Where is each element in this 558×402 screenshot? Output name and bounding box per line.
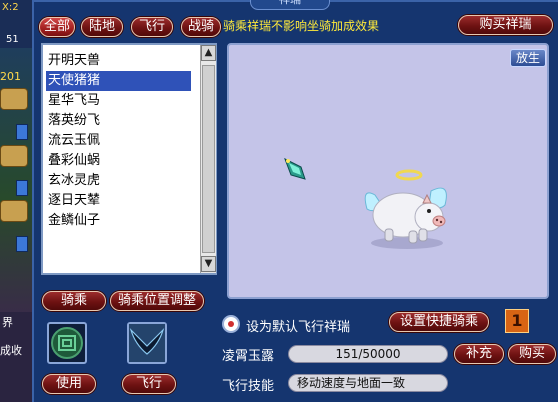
window-title: 祥瑞 [250, 0, 330, 10]
use-button[interactable]: 使用 [42, 374, 96, 394]
game-background-strip: X:2 51 201 界 成收 [0, 0, 34, 402]
dew-value-field: 151/50000 [288, 345, 448, 363]
flying-skill-label: 飞行技能 [222, 379, 275, 394]
strip-tile[interactable] [0, 88, 28, 110]
notice-text: 骑乘祥瑞不影响坐骑加成效果 [223, 19, 380, 33]
default-fly-label: 设为默认飞行祥瑞 [246, 320, 351, 335]
flying-skill-value: 移动速度与地面一致 [288, 374, 448, 392]
list-item[interactable]: 流云玉佩 [46, 131, 191, 151]
mount-list[interactable]: 开明天兽 天使猪猪 星华飞马 落英纷飞 流云玉佩 叠彩仙蜗 玄冰灵虎 逐日天辇 … [41, 43, 217, 275]
fly-button[interactable]: 飞行 [122, 374, 176, 394]
shortcut-number-badge[interactable]: 1 [505, 309, 529, 333]
dew-label: 凌霄玉露 [222, 349, 275, 364]
refill-button[interactable]: 补充 [454, 344, 504, 364]
mount-preview: 放生 [227, 43, 549, 299]
scroll-up-icon[interactable]: ▲ [201, 45, 216, 61]
list-item[interactable]: 金鳞仙子 [46, 211, 191, 231]
ride-button[interactable]: 骑乘 [42, 291, 106, 311]
tab-flying[interactable]: 飞行 [131, 17, 173, 37]
strip-tile[interactable] [0, 145, 28, 167]
strip-tab[interactable] [16, 236, 28, 252]
coordinate-panel: X:2 51 [0, 0, 34, 48]
tab-war-mount[interactable]: 战骑 [181, 17, 221, 37]
buy-dew-button[interactable]: 购买 [508, 344, 556, 364]
strip-tab[interactable] [16, 124, 28, 140]
coord-text: X:2 [2, 2, 19, 13]
default-fly-radio[interactable] [222, 315, 240, 333]
coord-text-2: 51 [6, 34, 19, 45]
release-button[interactable]: 放生 [510, 49, 546, 67]
strip-bottom-panel: 界 成收 [0, 312, 34, 402]
list-item-selected[interactable]: 天使猪猪 [46, 71, 191, 91]
list-item[interactable]: 叠彩仙蜗 [46, 151, 191, 171]
set-shortcut-ride-button[interactable]: 设置快捷骑乘 [389, 312, 489, 332]
tab-all[interactable]: 全部 [39, 17, 75, 37]
list-item[interactable]: 星华飞马 [46, 91, 191, 111]
strip-label: 界 [2, 316, 13, 329]
jade-token-icon[interactable] [47, 322, 87, 364]
scroll-thumb[interactable] [202, 65, 215, 253]
angel-pig-icon [364, 169, 447, 249]
wings-icon[interactable] [127, 322, 167, 364]
spark-gem-icon [284, 157, 306, 180]
strip-tile[interactable] [0, 200, 28, 222]
list-item[interactable]: 落英纷飞 [46, 111, 191, 131]
list-item[interactable]: 玄冰灵虎 [46, 171, 191, 191]
scroll-down-icon[interactable]: ▼ [201, 256, 216, 272]
list-item[interactable]: 开明天兽 [46, 51, 191, 71]
buy-auspicious-button[interactable]: 购买祥瑞 [458, 15, 553, 35]
adjust-position-button[interactable]: 骑乘位置调整 [110, 291, 204, 311]
list-item[interactable]: 逐日天辇 [46, 191, 191, 211]
list-scrollbar[interactable]: ▲ ▼ [200, 45, 216, 273]
strip-label-2: 成收 [0, 344, 22, 357]
strip-number: 201 [0, 70, 21, 83]
strip-tab[interactable] [16, 180, 28, 196]
tab-land[interactable]: 陆地 [81, 17, 123, 37]
